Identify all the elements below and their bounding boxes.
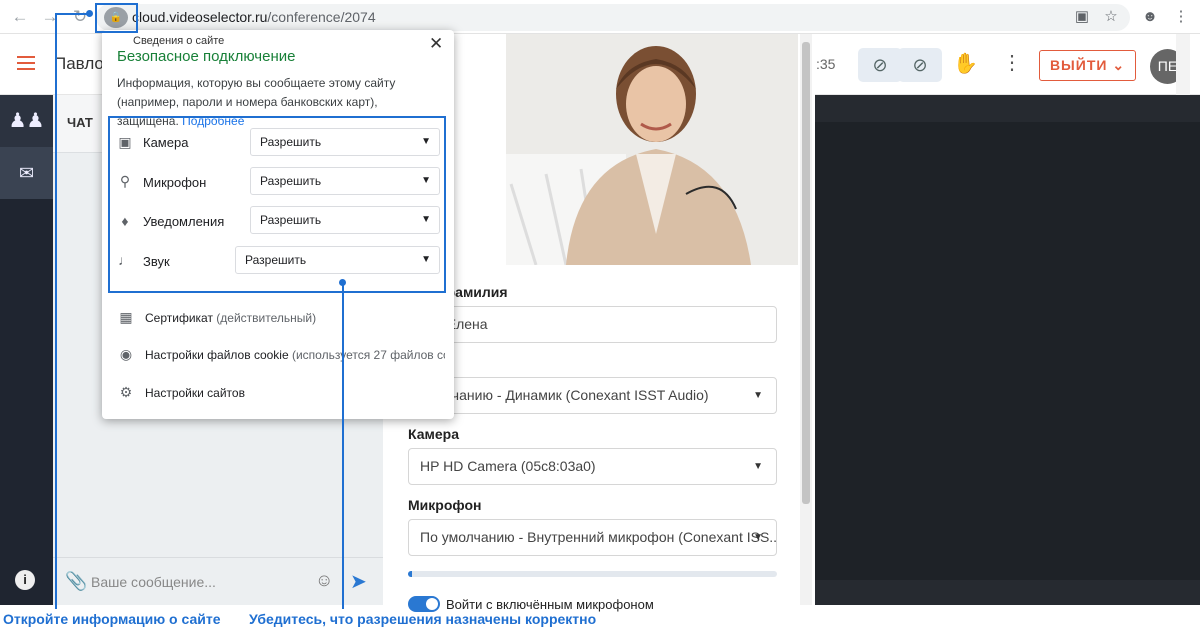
info-icon[interactable]: i bbox=[15, 570, 35, 590]
chevron-down-icon: ▼ bbox=[753, 461, 763, 472]
message-input[interactable]: Ваше сообщение... bbox=[91, 574, 216, 590]
arrow-forward-icon[interactable]: → bbox=[38, 5, 62, 29]
video-tile bbox=[815, 122, 1200, 580]
camera-in-use-icon[interactable]: ▣ bbox=[1071, 6, 1093, 28]
scrollbar[interactable] bbox=[800, 34, 812, 605]
annotation-open-site-info: Откройте информацию о сайте bbox=[3, 611, 221, 627]
mic-on-toggle-label: Войти с включённым микрофоном bbox=[446, 597, 654, 612]
url-text[interactable]: cloud.videoselector.ru/conference/2074 bbox=[132, 9, 376, 25]
attach-icon[interactable]: 📎 bbox=[65, 571, 87, 592]
annotation-check-permissions: Убедитесь, что разрешения назначены корр… bbox=[249, 611, 597, 627]
annotation-connector bbox=[56, 13, 90, 15]
gear-icon: ⚙ bbox=[119, 384, 133, 400]
conference-title: Павло bbox=[54, 54, 104, 73]
participants-icon[interactable]: ♟♟ bbox=[0, 95, 53, 147]
speaker-select[interactable]: умолчанию - Динамик (Conexant ISST Audio… bbox=[408, 377, 777, 414]
emoji-icon[interactable]: ☺ bbox=[315, 570, 333, 591]
browser-toolbar: ← → ↻ 🔒 cloud.videoselector.ru/conferenc… bbox=[0, 0, 1200, 34]
chat-title: ЧАТ bbox=[67, 115, 93, 130]
site-info-tooltip: Сведения о сайте bbox=[128, 34, 230, 48]
left-rail: ♟♟ ✉ i bbox=[0, 95, 53, 605]
site-settings-link[interactable]: Настройки сайтов bbox=[145, 386, 245, 400]
highlight-permissions bbox=[108, 116, 446, 293]
mic-on-toggle[interactable] bbox=[408, 596, 440, 612]
send-icon[interactable]: ➤ bbox=[350, 569, 367, 594]
cookie-icon: ◉ bbox=[119, 346, 133, 362]
mic-label: Микрофон bbox=[408, 497, 482, 513]
exit-button[interactable]: ВЫЙТИ ⌄ bbox=[1039, 50, 1136, 81]
more-options-icon[interactable]: ⋮ bbox=[1002, 50, 1022, 75]
mic-level-meter bbox=[408, 571, 777, 577]
close-icon[interactable]: ✕ bbox=[429, 34, 443, 54]
chat-input-bar: 📎 Ваше сообщение... ☺ ➤ bbox=[53, 557, 383, 605]
menu-dots-icon[interactable]: ⋮ bbox=[1170, 6, 1192, 28]
screenshot-stage: ← → ↻ 🔒 cloud.videoselector.ru/conferenc… bbox=[0, 0, 1200, 630]
annotation-connector bbox=[55, 13, 57, 609]
reload-icon[interactable]: ↻ bbox=[68, 5, 92, 29]
star-icon[interactable]: ☆ bbox=[1100, 6, 1122, 28]
mic-off-button[interactable]: ⊘ bbox=[898, 48, 942, 82]
call-timer: :35 bbox=[816, 56, 836, 72]
profile-photo bbox=[506, 34, 798, 265]
annotation-connector bbox=[342, 282, 344, 609]
connection-status: Безопасное подключение bbox=[117, 48, 296, 65]
scrollbar[interactable] bbox=[1176, 34, 1190, 95]
raise-hand-icon[interactable]: ✋ bbox=[953, 51, 978, 76]
name-field[interactable]: ова Елена bbox=[408, 306, 777, 343]
camera-off-button[interactable]: ⊘ bbox=[858, 48, 902, 82]
chat-icon[interactable]: ✉ bbox=[0, 147, 53, 199]
camera-select[interactable]: HP HD Camera (05c8:03a0) ▼ bbox=[408, 448, 777, 485]
account-icon[interactable]: ☻ bbox=[1139, 6, 1161, 28]
cookies-link[interactable]: Настройки файлов cookie (используется 27… bbox=[145, 348, 445, 362]
certificate-icon: ▦ bbox=[119, 309, 133, 325]
arrow-back-icon[interactable]: ← bbox=[8, 5, 32, 29]
woman-photo-illustration bbox=[506, 34, 798, 265]
chevron-down-icon: ▼ bbox=[753, 390, 763, 401]
mic-select[interactable]: По умолчанию - Внутренний микрофон (Cone… bbox=[408, 519, 777, 556]
chevron-down-icon: ▼ bbox=[753, 532, 763, 543]
menu-icon[interactable] bbox=[17, 56, 35, 70]
highlight-site-info-button bbox=[95, 3, 138, 33]
camera-label: Камера bbox=[408, 426, 459, 442]
certificate-link[interactable]: Сертификат (действительный) bbox=[145, 311, 316, 325]
